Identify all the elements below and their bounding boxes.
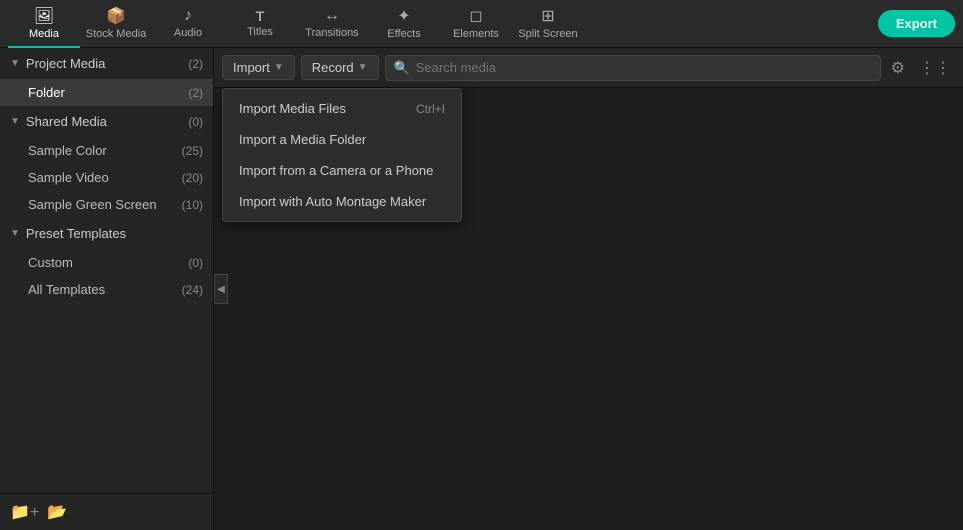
import-auto-montage-label: Import with Auto Montage Maker xyxy=(239,194,426,209)
nav-audio-label: Audio xyxy=(174,27,202,39)
import-folder-item[interactable]: Import a Media Folder xyxy=(223,124,461,155)
nav-media-label: Media xyxy=(29,28,59,40)
sample-green-screen-count: (10) xyxy=(182,198,203,212)
import-arrow-icon: ▼ xyxy=(274,62,284,73)
sample-color-label: Sample Color xyxy=(28,143,107,158)
sidebar-item-folder[interactable]: Folder (2) xyxy=(0,79,213,106)
sidebar-section-preset-templates-label: Preset Templates xyxy=(26,226,126,241)
project-media-count: (2) xyxy=(188,57,203,71)
record-dropdown-button[interactable]: Record ▼ xyxy=(301,55,379,80)
nav-titles[interactable]: T Titles xyxy=(224,0,296,48)
all-templates-count: (24) xyxy=(182,283,203,297)
search-input[interactable] xyxy=(416,60,872,75)
nav-stock-media-label: Stock Media xyxy=(86,28,147,40)
import-camera-item[interactable]: Import from a Camera or a Phone xyxy=(223,155,461,186)
audio-icon: ♪ xyxy=(184,7,192,25)
sidebar-item-sample-green-screen[interactable]: Sample Green Screen (10) xyxy=(0,191,213,218)
sidebar-footer: 📁+ 📂 xyxy=(0,493,213,530)
nav-effects[interactable]: ✦ Effects xyxy=(368,0,440,48)
import-folder-label: Import a Media Folder xyxy=(239,132,366,147)
custom-label: Custom xyxy=(28,255,73,270)
nav-effects-label: Effects xyxy=(387,28,420,40)
grid-view-button[interactable]: ⋮⋮ xyxy=(915,54,955,82)
import-folder-icon: 📂 xyxy=(47,504,67,521)
sidebar-section-shared-media-label: Shared Media xyxy=(26,114,107,129)
sample-color-count: (25) xyxy=(182,144,203,158)
nav-transitions[interactable]: ↔ Transitions xyxy=(296,0,368,48)
elements-icon: ◻ xyxy=(469,6,482,26)
import-dropdown-menu: Import Media Files Ctrl+I Import a Media… xyxy=(222,88,462,222)
sample-green-screen-label: Sample Green Screen xyxy=(28,197,157,212)
custom-count: (0) xyxy=(188,256,203,270)
search-bar: 🔍 xyxy=(385,55,881,81)
sidebar-collapse-button[interactable]: ◀ xyxy=(214,274,228,304)
export-button[interactable]: Export xyxy=(878,10,955,37)
sidebar-item-custom[interactable]: Custom (0) xyxy=(0,249,213,276)
sidebar-item-all-templates[interactable]: All Templates (24) xyxy=(0,276,213,303)
chevron-down-icon-2: ▼ xyxy=(10,116,20,127)
nav-media[interactable]: 🖼 Media xyxy=(8,0,80,48)
import-dropdown-button[interactable]: Import ▼ xyxy=(222,55,295,80)
filter-button[interactable]: ⚙ xyxy=(887,54,909,82)
nav-elements-label: Elements xyxy=(453,28,499,40)
nav-elements[interactable]: ◻ Elements xyxy=(440,0,512,48)
all-templates-label: All Templates xyxy=(28,282,105,297)
split-screen-icon: ⊞ xyxy=(541,6,554,26)
content-toolbar: Import ▼ Record ▼ 🔍 ⚙ ⋮⋮ xyxy=(214,48,963,88)
import-auto-montage-item[interactable]: Import with Auto Montage Maker xyxy=(223,186,461,217)
content-area: Import ▼ Record ▼ 🔍 ⚙ ⋮⋮ Import Media Fi… xyxy=(214,48,963,530)
chevron-down-icon-3: ▼ xyxy=(10,228,20,239)
record-label: Record xyxy=(312,60,354,75)
import-files-shortcut: Ctrl+I xyxy=(416,102,445,116)
import-folder-button[interactable]: 📂 xyxy=(47,502,67,522)
new-folder-button[interactable]: 📁+ xyxy=(10,502,39,522)
sidebar-section-project-media-label: Project Media xyxy=(26,56,105,71)
import-label: Import xyxy=(233,60,270,75)
filter-icon: ⚙ xyxy=(891,60,905,77)
sidebar: ▼ Project Media (2) Folder (2) ▼ Shared … xyxy=(0,48,214,530)
sidebar-item-sample-video[interactable]: Sample Video (20) xyxy=(0,164,213,191)
nav-split-screen[interactable]: ⊞ Split Screen xyxy=(512,0,584,48)
sidebar-section-shared-media[interactable]: ▼ Shared Media (0) xyxy=(0,106,213,137)
sample-video-count: (20) xyxy=(182,171,203,185)
new-folder-icon: 📁+ xyxy=(10,504,39,521)
grid-icon: ⋮⋮ xyxy=(919,60,951,77)
import-files-label: Import Media Files xyxy=(239,101,346,116)
nav-transitions-label: Transitions xyxy=(305,27,358,39)
main-layout: ▼ Project Media (2) Folder (2) ▼ Shared … xyxy=(0,48,963,530)
record-arrow-icon: ▼ xyxy=(358,62,368,73)
transitions-icon: ↔ xyxy=(324,7,340,25)
import-files-item[interactable]: Import Media Files Ctrl+I xyxy=(223,93,461,124)
titles-icon: T xyxy=(256,8,265,24)
media-icon: 🖼 xyxy=(34,6,54,26)
shared-media-count: (0) xyxy=(188,115,203,129)
search-icon: 🔍 xyxy=(394,60,410,76)
sidebar-section-preset-templates[interactable]: ▼ Preset Templates xyxy=(0,218,213,249)
folder-count: (2) xyxy=(188,86,203,100)
nav-audio[interactable]: ♪ Audio xyxy=(152,0,224,48)
effects-icon: ✦ xyxy=(397,6,410,26)
nav-stock-media[interactable]: 📦 Stock Media xyxy=(80,0,152,48)
top-nav: 🖼 Media 📦 Stock Media ♪ Audio T Titles ↔… xyxy=(0,0,963,48)
stock-media-icon: 📦 xyxy=(106,6,126,26)
sample-video-label: Sample Video xyxy=(28,170,109,185)
chevron-down-icon: ▼ xyxy=(10,58,20,69)
import-camera-label: Import from a Camera or a Phone xyxy=(239,163,433,178)
nav-split-screen-label: Split Screen xyxy=(518,28,577,40)
sidebar-section-project-media[interactable]: ▼ Project Media (2) xyxy=(0,48,213,79)
nav-titles-label: Titles xyxy=(247,26,273,38)
sidebar-item-sample-color[interactable]: Sample Color (25) xyxy=(0,137,213,164)
folder-label: Folder xyxy=(28,85,65,100)
